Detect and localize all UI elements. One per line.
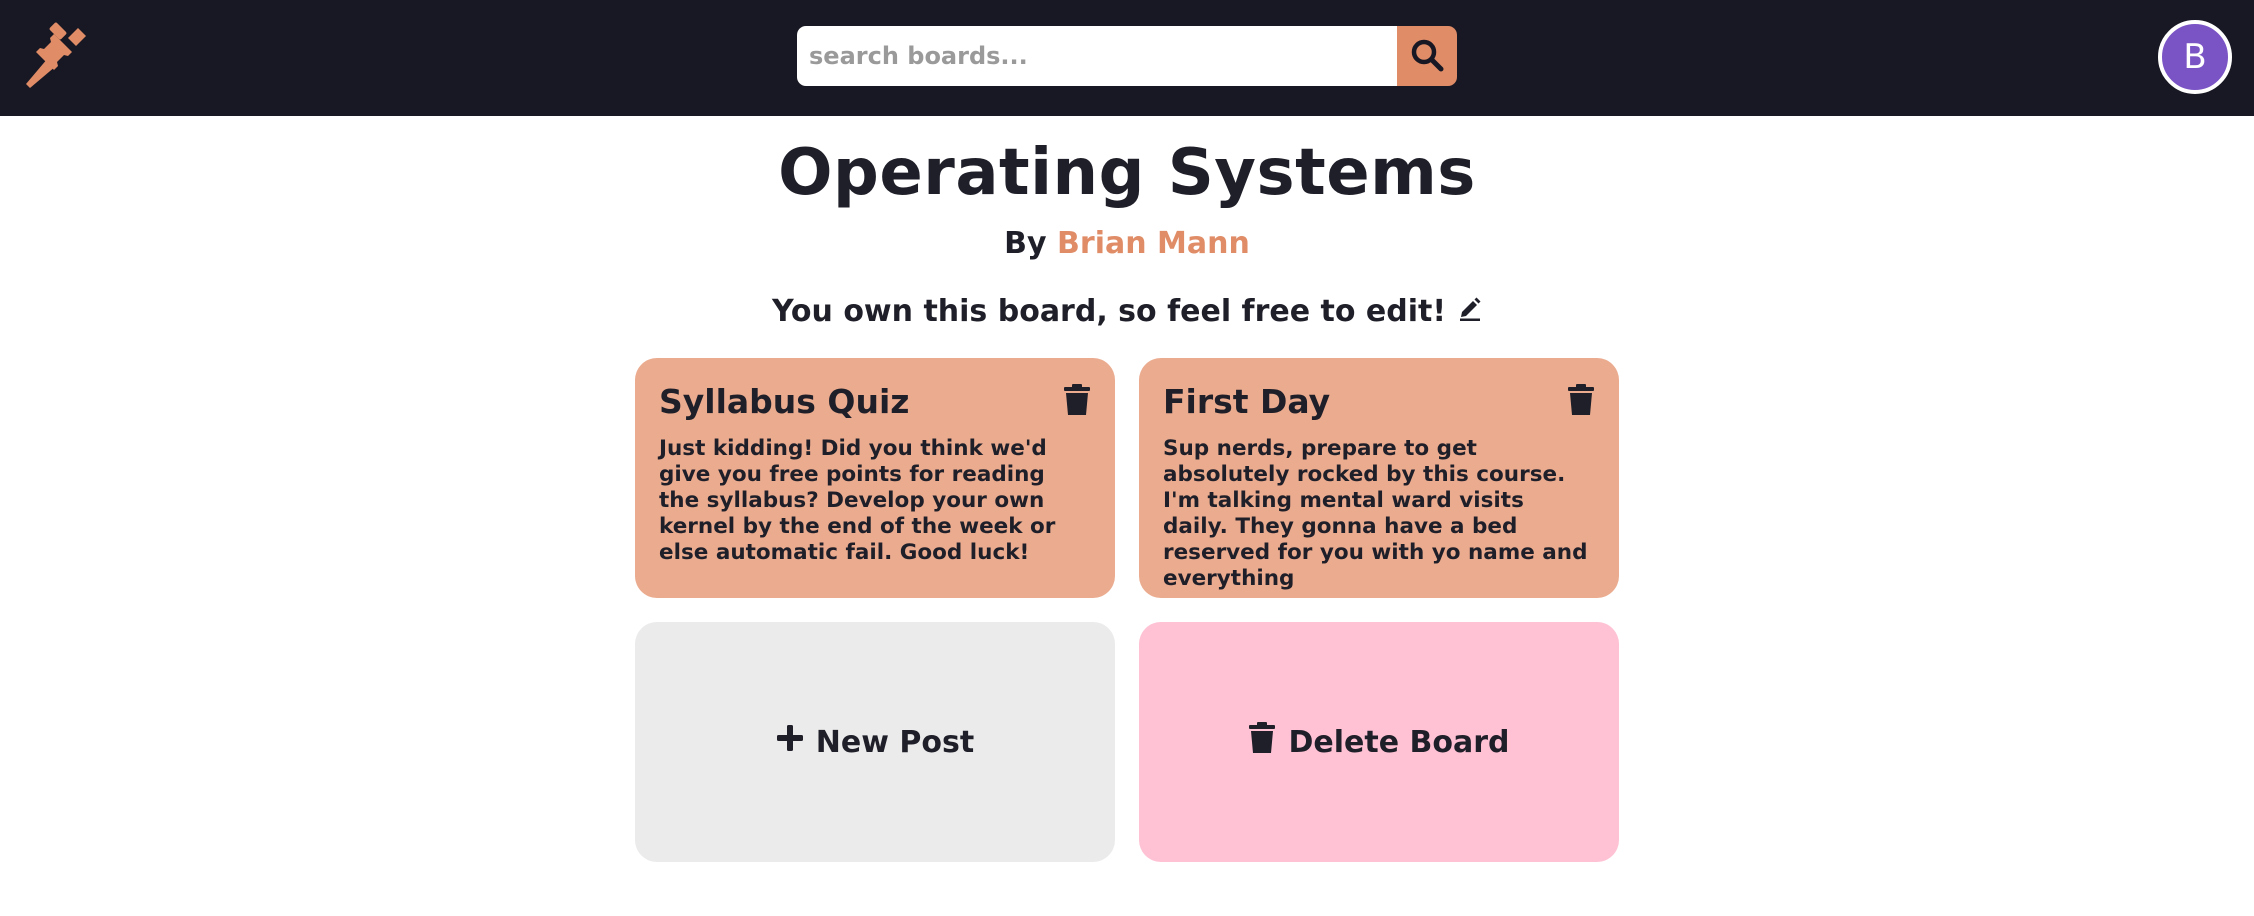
pushpin-icon[interactable]: [24, 22, 92, 90]
delete-board-button[interactable]: Delete Board: [1139, 622, 1619, 862]
trash-icon[interactable]: [1063, 384, 1091, 420]
search-bar: [797, 26, 1457, 86]
top-navbar: B: [0, 0, 2254, 116]
owner-note-text: You own this board, so feel free to edit…: [771, 294, 1447, 329]
user-avatar[interactable]: B: [2158, 20, 2232, 94]
post-title: Syllabus Quiz: [659, 382, 910, 421]
board-byline: By Brian Mann: [0, 226, 2254, 261]
post-card: First Day Sup nerds, prepare to get abso…: [1139, 358, 1619, 598]
search-button[interactable]: [1397, 26, 1457, 86]
post-card: Syllabus Quiz Just kidding! Did you thin…: [635, 358, 1115, 598]
new-post-label: New Post: [815, 724, 975, 760]
search-input[interactable]: [797, 26, 1397, 86]
post-title: First Day: [1163, 382, 1331, 421]
trash-icon: [1248, 722, 1276, 762]
by-label: By: [1004, 226, 1047, 261]
new-post-button[interactable]: New Post: [635, 622, 1115, 862]
author-link[interactable]: Brian Mann: [1057, 226, 1250, 261]
search-icon: [1410, 38, 1444, 75]
pencil-icon: [1458, 294, 1482, 329]
plus-icon: [776, 724, 804, 760]
post-body: Just kidding! Did you think we'd give yo…: [659, 436, 1056, 565]
delete-board-label: Delete Board: [1288, 724, 1510, 760]
edit-board-button[interactable]: [1458, 294, 1482, 329]
trash-icon[interactable]: [1567, 384, 1595, 420]
owner-note: You own this board, so feel free to edit…: [0, 294, 2254, 329]
board-title: Operating Systems: [778, 136, 1476, 210]
post-body: Sup nerds, prepare to get absolutely roc…: [1163, 436, 1588, 591]
